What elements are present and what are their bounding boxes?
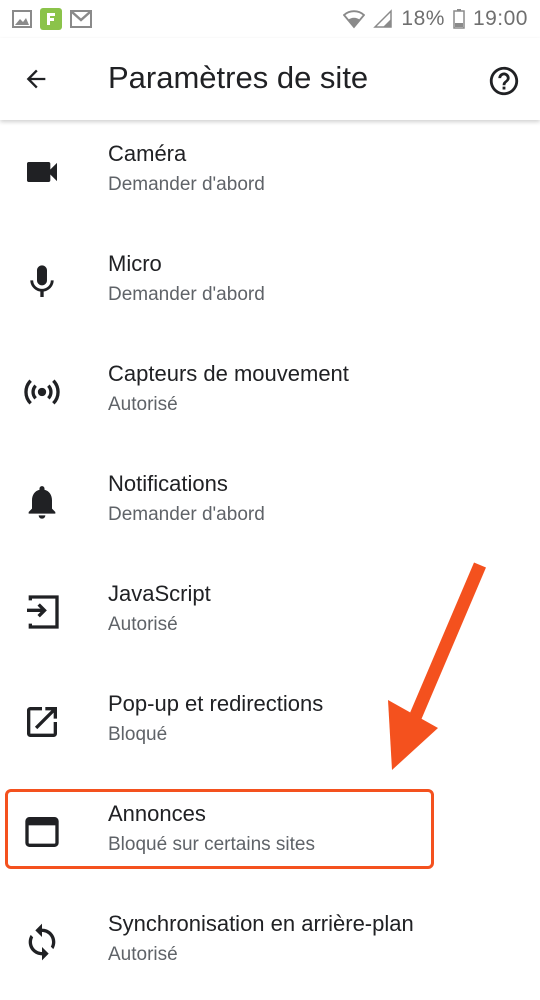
feedly-app-icon xyxy=(40,8,62,30)
setting-status: Demander d'abord xyxy=(108,174,265,195)
setting-label: Caméra xyxy=(108,141,187,166)
setting-status: Demander d'abord xyxy=(108,284,265,305)
open-in-new-icon xyxy=(27,707,57,737)
setting-row-ads[interactable]: Annonces Bloqué sur certains sites xyxy=(0,780,540,890)
help-button[interactable] xyxy=(482,59,526,103)
app-bar: Paramètres de site xyxy=(0,38,540,120)
status-bar-system: 18% 19:00 xyxy=(343,7,528,31)
clock: 19:00 xyxy=(472,7,528,30)
sensors-icon xyxy=(24,379,60,405)
setting-row-popups[interactable]: Pop-up et redirections Bloqué xyxy=(0,670,540,780)
status-bar: 18% 19:00 xyxy=(0,0,540,38)
setting-label: Annonces xyxy=(108,801,206,826)
setting-status: Autorisé xyxy=(108,394,178,415)
back-button[interactable] xyxy=(16,59,56,99)
setting-label: Notifications xyxy=(108,471,228,496)
signal-icon xyxy=(373,9,393,28)
battery-icon xyxy=(453,9,465,29)
setting-row-background-sync[interactable]: Synchronisation en arrière-plan Autorisé xyxy=(0,890,540,1000)
ads-window-icon xyxy=(25,817,59,847)
setting-row-motion-sensors[interactable]: Capteurs de mouvement Autorisé xyxy=(0,340,540,450)
gmail-icon xyxy=(70,10,92,28)
sync-icon xyxy=(28,923,56,961)
setting-label: Pop-up et redirections xyxy=(108,691,324,716)
setting-status: Autorisé xyxy=(108,944,178,965)
setting-status: Bloqué xyxy=(108,724,168,745)
setting-row-microphone[interactable]: Micro Demander d'abord xyxy=(0,230,540,340)
microphone-icon xyxy=(30,265,54,297)
setting-row-javascript[interactable]: JavaScript Autorisé xyxy=(0,560,540,670)
setting-label: Synchronisation en arrière-plan xyxy=(108,911,414,936)
bell-icon xyxy=(28,486,56,519)
camera-icon xyxy=(27,162,57,182)
javascript-icon xyxy=(27,595,59,629)
setting-row-notifications[interactable]: Notifications Demander d'abord xyxy=(0,450,540,560)
battery-percent: 18% xyxy=(401,7,445,30)
site-settings-list: Caméra Demander d'abord Micro Demander d… xyxy=(0,120,540,1000)
wifi-icon xyxy=(343,10,366,29)
setting-label: Capteurs de mouvement xyxy=(108,361,349,386)
arrow-back-icon xyxy=(26,69,46,89)
setting-status: Demander d'abord xyxy=(108,504,265,525)
page-title: Paramètres de site xyxy=(108,60,369,95)
status-bar-notifications xyxy=(12,8,92,30)
setting-status: Autorisé xyxy=(108,614,178,635)
gallery-icon xyxy=(12,10,32,28)
setting-label: JavaScript xyxy=(108,581,211,606)
setting-label: Micro xyxy=(108,251,162,276)
help-icon xyxy=(489,66,519,96)
setting-status: Bloqué sur certains sites xyxy=(108,834,315,855)
setting-row-camera[interactable]: Caméra Demander d'abord xyxy=(0,120,540,230)
